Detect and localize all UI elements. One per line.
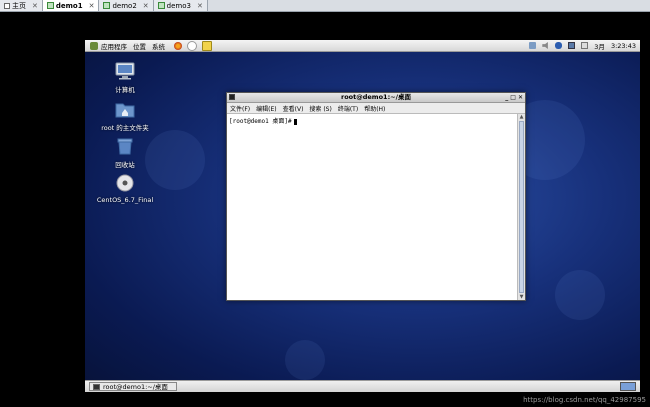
terminal-menubar: 文件(F) 编辑(E) 查看(V) 搜索 (S) 终端(T) 帮助(H): [227, 103, 525, 114]
desktop-icon-home-folder[interactable]: root 的主文件夹: [90, 100, 160, 132]
watermark: https://blog.csdn.net/qq_42987595: [523, 396, 646, 404]
host-tab-label: demo3: [166, 1, 191, 10]
host-tab-demo2[interactable]: demo2 ✕: [99, 0, 154, 11]
update-icon[interactable]: [568, 42, 576, 49]
vm-screen[interactable]: 应用程序 位置 系统 3月 3:23:43 计算机 root 的主文件夹 回收站…: [85, 40, 640, 392]
trash-icon: [117, 138, 133, 155]
panel-clock[interactable]: 3:23:43: [611, 42, 636, 50]
host-tab-home[interactable]: 主页 ✕: [0, 0, 43, 11]
desktop-icon-computer[interactable]: 计算机: [90, 62, 160, 94]
terminal-console[interactable]: [root@demo1 桌面]#: [227, 114, 518, 300]
host-tab-demo1[interactable]: demo1 ✕: [42, 0, 100, 11]
disc-icon: [116, 174, 134, 192]
scrollbar-thumb[interactable]: [519, 121, 524, 293]
scroll-down-icon[interactable]: ▼: [518, 294, 525, 300]
host-tab-demo3[interactable]: demo3 ✕: [153, 0, 208, 11]
maximize-icon[interactable]: □: [510, 93, 516, 102]
workspace-switcher[interactable]: [620, 382, 636, 391]
panel-tray: 3月 3:23:43: [529, 40, 636, 51]
computer-icon: [115, 62, 135, 80]
desktop-icon-label: root 的主文件夹: [101, 124, 149, 132]
host-tab-label: 主页: [12, 1, 26, 10]
vm-icon: [46, 2, 54, 9]
home-folder-icon: [115, 103, 135, 118]
desktop-icon-label: 回收站: [115, 161, 135, 169]
vm-icon: [103, 2, 111, 9]
menu-view[interactable]: 查看(V): [283, 104, 304, 113]
network-icon[interactable]: [529, 42, 537, 49]
desktop-icon-label: CentOS_6.7_Final: [96, 196, 154, 204]
mail-icon[interactable]: [187, 40, 197, 51]
menu-edit[interactable]: 编辑(E): [256, 104, 276, 113]
desktop-icon-cdrom[interactable]: CentOS_6.7_Final: [90, 174, 160, 204]
close-icon[interactable]: ✕: [143, 2, 149, 10]
terminal-icon: [229, 94, 235, 100]
notes-icon[interactable]: [202, 40, 212, 51]
top-panel: 应用程序 位置 系统 3月 3:23:43: [85, 40, 640, 52]
home-icon: [4, 2, 10, 9]
close-icon[interactable]: ✕: [518, 93, 523, 102]
close-icon[interactable]: ✕: [197, 2, 203, 10]
taskbar-window-label: root@demo1:~/桌面: [103, 383, 168, 391]
desktop-icon-trash[interactable]: 回收站: [90, 137, 160, 169]
gnome-foot-icon: [90, 41, 98, 50]
menu-places[interactable]: 位置: [133, 41, 146, 51]
terminal-scrollbar[interactable]: ▲ ▼: [517, 114, 525, 300]
menu-help[interactable]: 帮助(H): [364, 104, 385, 113]
close-icon[interactable]: ✕: [89, 2, 95, 10]
close-icon[interactable]: ✕: [32, 2, 38, 10]
terminal-title: root@demo1:~/桌面: [341, 93, 411, 101]
text-cursor: [293, 118, 297, 125]
vm-icon: [157, 2, 165, 9]
scroll-up-icon[interactable]: ▲: [518, 114, 525, 120]
menu-search[interactable]: 搜索 (S): [309, 104, 331, 113]
panel-date[interactable]: 3月: [594, 41, 605, 51]
calendar-icon: [581, 42, 589, 49]
bottom-panel: root@demo1:~/桌面: [85, 380, 640, 392]
desktop-icon-label: 计算机: [115, 86, 135, 94]
menu-system[interactable]: 系统: [152, 41, 165, 51]
terminal-icon: [93, 384, 100, 390]
shell-prompt: [root@demo1 桌面]#: [229, 118, 292, 125]
window-controls: _ □ ✕: [505, 93, 523, 102]
menu-applications[interactable]: 应用程序: [101, 41, 127, 51]
firefox-icon[interactable]: [174, 41, 182, 50]
volume-icon[interactable]: [542, 42, 548, 49]
host-tab-label: demo2: [112, 1, 137, 10]
host-tab-bar: 主页 ✕ demo1 ✕ demo2 ✕ demo3 ✕: [0, 0, 650, 12]
wallpaper-bokeh: [285, 340, 325, 380]
wallpaper-bokeh: [555, 270, 605, 320]
host-tab-label: demo1: [55, 1, 83, 10]
terminal-window[interactable]: root@demo1:~/桌面 _ □ ✕ 文件(F) 编辑(E) 查看(V) …: [226, 92, 526, 301]
menu-file[interactable]: 文件(F): [230, 104, 250, 113]
taskbar-window-button[interactable]: root@demo1:~/桌面: [89, 382, 177, 391]
menu-terminal[interactable]: 终端(T): [338, 104, 358, 113]
bluetooth-icon[interactable]: [555, 42, 563, 49]
minimize-icon[interactable]: _: [505, 93, 508, 102]
terminal-titlebar[interactable]: root@demo1:~/桌面 _ □ ✕: [227, 93, 525, 103]
